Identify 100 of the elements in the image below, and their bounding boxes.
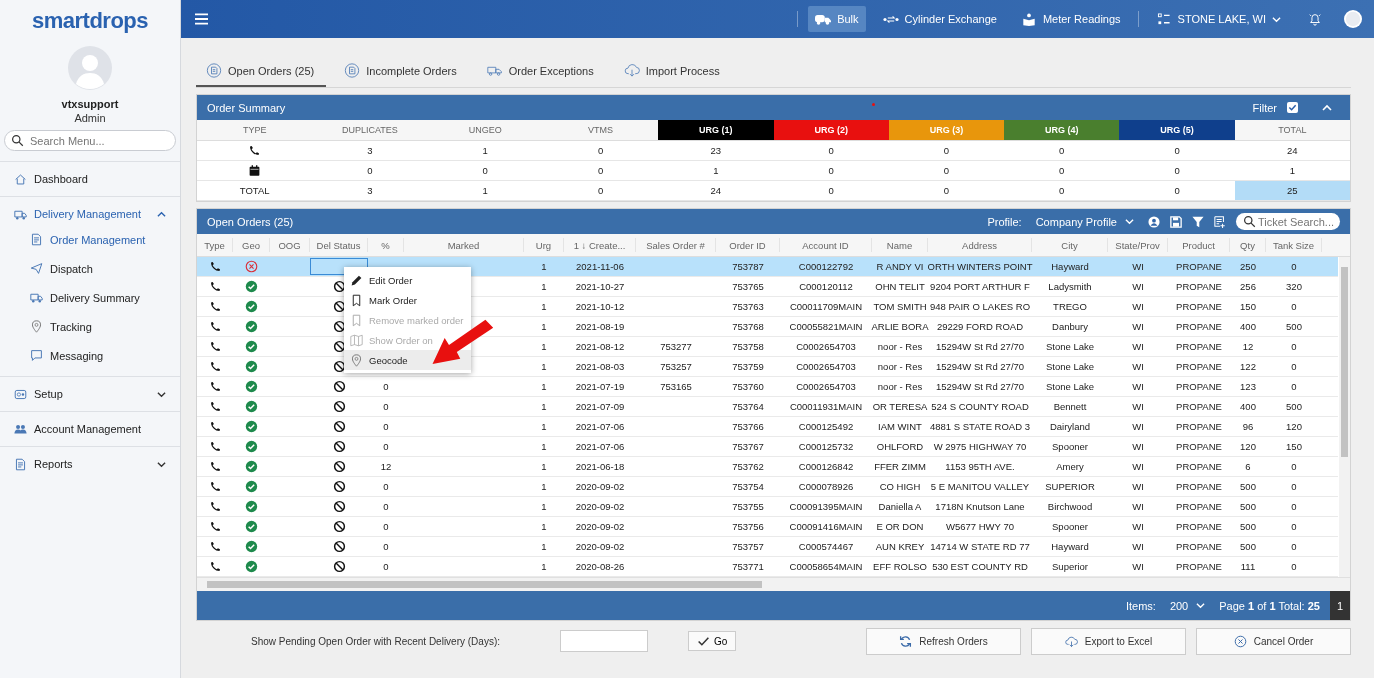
menu-item[interactable]: Edit Order [344, 270, 419, 290]
column-header[interactable]: Address [928, 238, 1032, 252]
table-cell: PROPANE [1176, 461, 1222, 472]
mode-button[interactable]: Cylinder Exchange [875, 6, 1004, 32]
column-header[interactable]: Sales Order # [636, 238, 716, 252]
column-header[interactable]: Qty [1230, 238, 1266, 252]
column-header[interactable]: % [368, 238, 404, 252]
table-cell: C0002654703 [796, 381, 856, 392]
no-entry-icon [332, 320, 346, 333]
save-icon[interactable] [1170, 215, 1182, 228]
tab[interactable]: Import Process [613, 56, 732, 87]
menu-item[interactable]: Mark Order [344, 290, 424, 310]
menu-item[interactable]: Reports [0, 453, 180, 475]
column-header[interactable]: State/Prov [1108, 238, 1168, 252]
table-cell: 2020-09-02 [575, 541, 625, 552]
filter-icon[interactable] [1192, 215, 1204, 228]
action-button[interactable]: Cancel Order [1196, 627, 1351, 655]
document-icon [30, 233, 43, 246]
tab[interactable]: Order Exceptions [476, 56, 606, 87]
table-cell: 1 [541, 301, 547, 312]
column-header[interactable]: OOG [270, 238, 310, 252]
tab[interactable]: Incomplete Orders [334, 56, 469, 87]
column-header[interactable]: Tank Size [1266, 238, 1322, 252]
table-cell: 23 [658, 141, 774, 161]
table-cell: C00011931MAIN [789, 401, 863, 412]
phone-icon [208, 340, 222, 353]
column-header[interactable]: 1 ↓ Create... [564, 238, 636, 252]
column-header[interactable]: Del Status [310, 238, 368, 252]
table-cell: C00091416MAIN [789, 521, 863, 532]
table-cell: 0 [1291, 541, 1297, 552]
table-cell: 0 [383, 381, 389, 392]
table-cell: 0 [773, 141, 889, 161]
submenu-item[interactable]: Delivery Summary [0, 283, 180, 312]
menu-item[interactable]: Setup [0, 383, 180, 405]
menu-icon[interactable] [195, 13, 208, 25]
ticket-search-field[interactable]: Ticket Search... [1236, 213, 1340, 230]
chevron-up-icon[interactable] [1322, 102, 1332, 113]
profile-dropdown[interactable]: Company Profile [1031, 215, 1138, 228]
items-dropdown[interactable]: 200 [1165, 599, 1210, 612]
phone-icon [208, 380, 222, 393]
table-cell: 400 [1240, 401, 1256, 412]
table-cell: FFER ZIMM [874, 461, 926, 472]
menu-item[interactable]: Delivery Management [0, 203, 180, 225]
submenu-item[interactable]: Order Management [0, 225, 180, 254]
table-cell: SUPERIOR [1045, 481, 1095, 492]
column-header[interactable]: Marked [404, 238, 524, 252]
table-cell: W 2975 HIGHWAY 70 [933, 441, 1027, 452]
horizontal-scrollbar[interactable] [197, 577, 1350, 591]
no-entry-icon [332, 540, 346, 553]
go-button[interactable]: Go [688, 631, 737, 651]
cancel-icon [1233, 634, 1247, 648]
page-button[interactable]: 1 [1330, 591, 1350, 620]
add-list-icon[interactable] [1214, 215, 1226, 228]
table-cell: 524 S COUNTY ROAD [931, 401, 1029, 412]
vertical-scrollbar[interactable] [1339, 257, 1350, 577]
table-cell: C000574467 [798, 541, 854, 552]
mode-button[interactable]: Bulk [808, 6, 866, 32]
table-cell: 96 [1242, 421, 1254, 432]
submenu-item[interactable]: Dispatch [0, 254, 180, 283]
mode-button[interactable]: Meter Readings [1013, 6, 1128, 32]
column-header[interactable]: Urg [524, 238, 564, 252]
days-field[interactable] [560, 630, 648, 652]
submenu-item[interactable]: Tracking [0, 312, 180, 341]
table-cell: 753754 [732, 481, 764, 492]
table-cell: TOM SMITH [873, 301, 927, 312]
menu-item[interactable]: Dashboard [0, 168, 180, 190]
table-cell: 0 [427, 161, 543, 181]
table-cell: 12 [1242, 341, 1254, 352]
column-header[interactable]: City [1032, 238, 1108, 252]
tab[interactable]: Open Orders (25) [196, 56, 327, 87]
location-dropdown[interactable]: STONE LAKE, WI [1148, 6, 1288, 32]
action-button[interactable]: Export to Excel [1031, 627, 1186, 655]
table-cell: 500 [1286, 321, 1302, 332]
column-header[interactable]: Geo [233, 238, 270, 252]
table-cell: ARLIE BORA [871, 321, 929, 332]
table-cell: 1 [541, 501, 547, 512]
table-cell: 3 [312, 181, 428, 201]
table-cell: WI [1132, 341, 1144, 352]
bell-icon[interactable] [1308, 12, 1322, 26]
table-cell: Superior [1052, 561, 1088, 572]
column-header: URG (4) [1004, 120, 1120, 141]
table-cell: WI [1132, 381, 1144, 392]
column-header[interactable]: Account ID [780, 238, 872, 252]
submenu-item[interactable]: Messaging [0, 341, 180, 370]
column-header[interactable]: Order ID [716, 238, 780, 252]
column-header[interactable]: Name [872, 238, 928, 252]
column-header[interactable]: Type [197, 238, 233, 252]
column-header[interactable]: Product [1168, 238, 1230, 252]
filter-checkbox[interactable] [1287, 102, 1298, 113]
map-icon [350, 333, 363, 347]
menu-search-field[interactable]: Search Menu... [4, 130, 176, 151]
table-cell: 753767 [732, 441, 764, 452]
table-cell: 753755 [732, 501, 764, 512]
table-cell: 753764 [732, 401, 764, 412]
user-icon[interactable] [1148, 215, 1160, 228]
menu-item[interactable]: Account Management [0, 418, 180, 440]
avatar [68, 46, 112, 90]
user-avatar[interactable] [1344, 10, 1362, 28]
truck-icon [30, 291, 43, 304]
action-button[interactable]: Refresh Orders [866, 627, 1021, 655]
